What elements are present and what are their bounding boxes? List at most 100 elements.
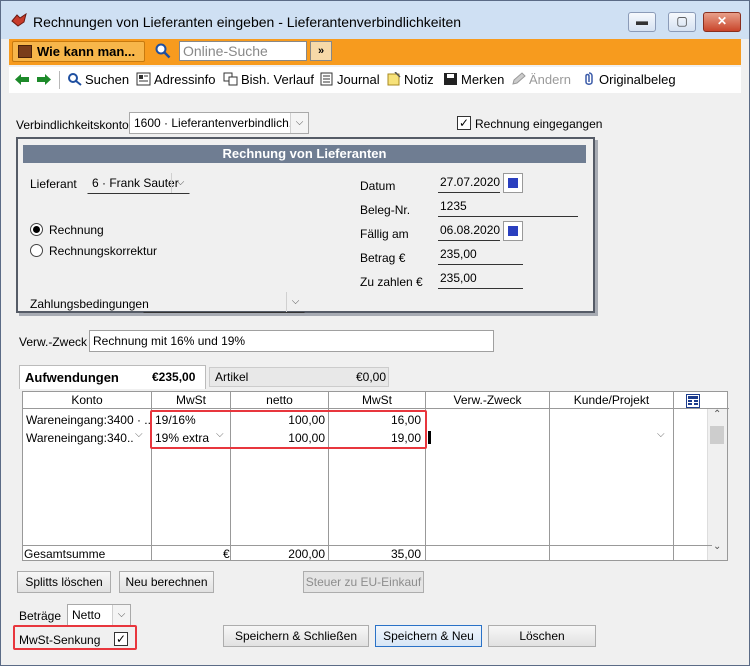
minimize-button[interactable]: ▬ <box>628 12 656 32</box>
address-info-button[interactable]: Adressinfo <box>136 72 215 88</box>
edit-pencil-icon <box>512 72 526 85</box>
edit-button[interactable]: Ändern <box>511 72 571 88</box>
amount-field[interactable]: 235,00 <box>438 245 523 265</box>
tab-items[interactable]: Artikel €0,00 <box>209 367 389 387</box>
address-card-icon <box>136 72 151 86</box>
chevron-down-icon: ⌵ <box>171 173 189 193</box>
save-close-button[interactable]: Speichern & Schließen <box>223 625 369 647</box>
scroll-down-icon[interactable]: ⌄ <box>713 541 721 552</box>
received-checkbox[interactable]: ✓ <box>457 116 471 130</box>
history-icon <box>223 72 238 86</box>
remember-label: Merken <box>461 72 505 87</box>
received-label: Rechnung eingegangen <box>475 117 603 131</box>
form-area: Verbindlichkeitskonto 1600 · Lieferanten… <box>9 93 741 659</box>
book-icon <box>18 45 32 58</box>
document-number-field[interactable]: 1235 <box>438 197 578 217</box>
journal-label: Journal <box>337 72 380 87</box>
paperclip-icon <box>585 72 593 85</box>
account-cell[interactable]: Wareneingang:340... <box>26 430 134 446</box>
tab-expenses-total: €235,00 <box>152 370 196 384</box>
vertical-scrollbar[interactable]: ⌃ ⌄ <box>707 409 727 560</box>
account-select[interactable]: 1600 · Lieferantenverbindlich... ⌵ <box>129 112 309 134</box>
amounts-select[interactable]: Netto ⌵ <box>67 604 131 626</box>
date-field[interactable]: 27.07.2020 <box>438 173 500 193</box>
column-header-vat[interactable]: MwSt <box>329 392 425 409</box>
supplier-label: Lieferant <box>30 177 77 191</box>
history-label: Bish. Verlauf <box>241 72 314 87</box>
eu-tax-button[interactable]: Steuer zu EU-Einkauf <box>303 571 424 593</box>
column-divider <box>549 392 550 560</box>
help-bar: Wie kann man... Online-Suche » <box>9 39 741 65</box>
chevron-down-icon[interactable]: ⌵ <box>135 429 143 440</box>
split-tabs: Aufwendungen €235,00 Artikel €0,00 <box>19 365 389 389</box>
amounts-label: Beträge <box>19 609 62 623</box>
total-currency: € <box>223 547 230 561</box>
original-document-button[interactable]: Originalbeleg <box>581 72 676 88</box>
correction-radio[interactable] <box>30 244 43 257</box>
toolbar-divider <box>59 71 60 89</box>
due-date-field[interactable]: 06.08.2020 <box>438 221 500 241</box>
payment-terms-select[interactable]: ⌵ <box>143 291 305 313</box>
maximize-button[interactable]: ▢ <box>668 12 696 32</box>
tab-items-label: Artikel <box>215 370 249 384</box>
scroll-up-icon[interactable]: ⌃ <box>713 409 721 420</box>
delete-splits-button[interactable]: Splitts löschen <box>17 571 111 593</box>
amounts-value: Netto <box>72 608 101 622</box>
history-button[interactable]: Bish. Verlauf <box>223 72 314 88</box>
column-header-account[interactable]: Konto <box>23 392 151 409</box>
due-date-label: Fällig am <box>360 227 409 241</box>
recalculate-button[interactable]: Neu berechnen <box>119 571 214 593</box>
invoice-radio[interactable] <box>30 223 43 236</box>
column-header-customer-project[interactable]: Kunde/Projekt <box>550 392 673 409</box>
forward-arrow-icon[interactable] <box>37 73 51 86</box>
amount-label: Betrag € <box>360 251 406 265</box>
account-cell[interactable]: Wareneingang:3400 · ... <box>26 412 150 428</box>
date-label: Datum <box>360 179 396 193</box>
column-settings-icon[interactable] <box>686 394 700 408</box>
correction-radio-label: Rechnungskorrektur <box>49 244 158 258</box>
supplier-value: 6 · Frank Sauter <box>92 176 179 190</box>
tab-expenses[interactable]: Aufwendungen €235,00 <box>19 365 206 389</box>
purpose-input[interactable]: Rechnung mit 16% und 19% <box>89 330 494 352</box>
total-net: 200,00 <box>288 547 325 561</box>
app-icon <box>11 13 27 27</box>
account-value: 1600 · Lieferantenverbindlich... <box>134 116 299 130</box>
supplier-select[interactable]: 6 · Frank Sauter ⌵ <box>87 172 190 194</box>
back-arrow-icon[interactable] <box>15 73 29 86</box>
online-search-input[interactable]: Online-Suche <box>179 41 307 61</box>
save-new-button[interactable]: Speichern & Neu <box>375 625 482 647</box>
total-vat: 35,00 <box>390 547 421 561</box>
scrollbar-thumb[interactable] <box>710 426 724 444</box>
note-icon <box>387 72 401 86</box>
journal-button[interactable]: Journal <box>319 72 380 88</box>
remember-button[interactable]: Merken <box>443 72 504 88</box>
vat-reduction-highlight-box <box>13 625 137 650</box>
chevron-down-icon[interactable]: ⌵ <box>657 429 665 440</box>
column-header-vat-code[interactable]: MwSt <box>152 392 230 409</box>
how-to-label: Wie kann man... <box>37 44 136 59</box>
column-header-spacer <box>674 392 729 409</box>
to-pay-field: 235,00 <box>438 269 523 289</box>
search-go-button[interactable]: » <box>310 41 332 61</box>
close-button[interactable]: ✕ <box>703 12 741 32</box>
vat-highlight-box <box>150 410 427 449</box>
column-header-net[interactable]: netto <box>231 392 328 409</box>
calendar-icon[interactable] <box>503 173 523 193</box>
tab-expenses-label: Aufwendungen <box>25 370 119 385</box>
note-button[interactable]: Notiz <box>386 72 434 88</box>
how-to-button[interactable]: Wie kann man... <box>12 41 145 62</box>
search-button[interactable]: Suchen <box>67 72 129 88</box>
panel-title: Rechnung von Lieferanten <box>23 145 586 163</box>
to-pay-label: Zu zahlen € <box>360 275 423 289</box>
window-title: Rechnungen von Lieferanten eingeben - Li… <box>33 14 462 30</box>
column-header-purpose[interactable]: Verw.-Zweck <box>426 392 549 409</box>
total-label: Gesamtsumme <box>24 547 106 561</box>
delete-button[interactable]: Löschen <box>488 625 596 647</box>
purpose-label: Verw.-Zweck <box>19 335 88 349</box>
edit-label: Ändern <box>529 72 571 87</box>
column-divider <box>673 392 674 560</box>
title-bar[interactable]: Rechnungen von Lieferanten eingeben - Li… <box>1 1 749 39</box>
main-window: Rechnungen von Lieferanten eingeben - Li… <box>0 0 750 666</box>
save-disk-icon <box>444 73 457 85</box>
calendar-icon[interactable] <box>503 221 523 241</box>
